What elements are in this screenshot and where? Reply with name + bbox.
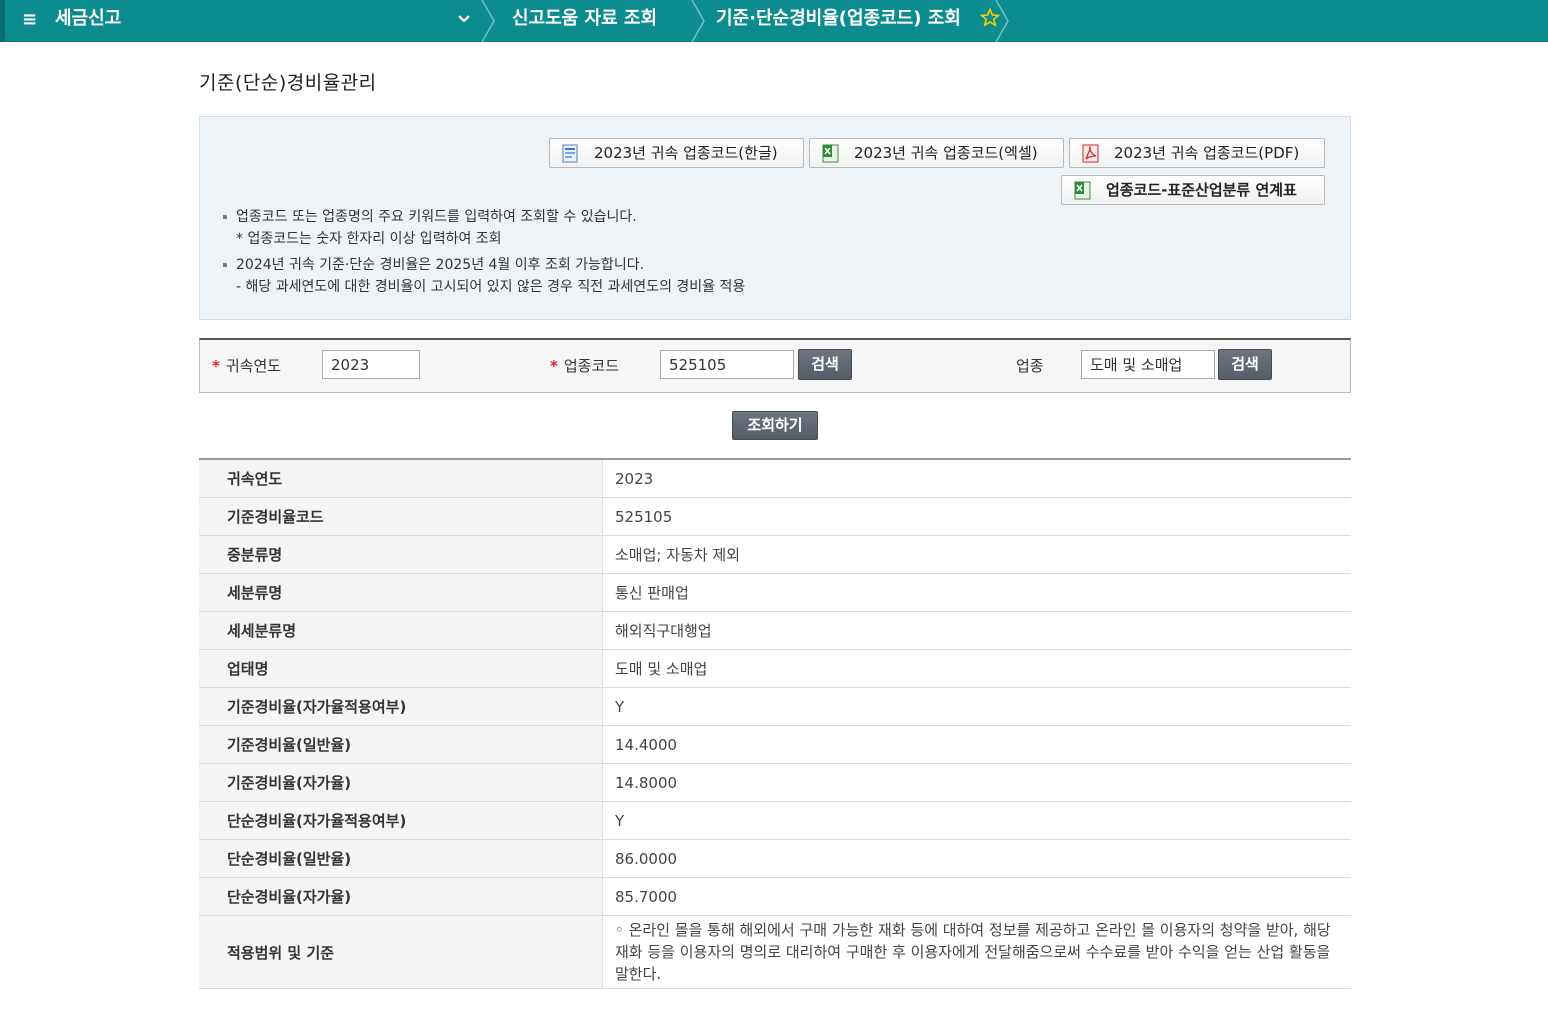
row-value: Y — [615, 811, 625, 830]
breadcrumb-separator-icon — [691, 0, 705, 42]
row-value: 통신 판매업 — [615, 584, 689, 602]
row-label: 세세분류명 — [199, 612, 603, 649]
business-type-label: 업종 — [1016, 357, 1044, 375]
download-excel-button[interactable]: 2023년 귀속 업종코드(엑셀) — [809, 138, 1064, 168]
nav-accent-stripe — [0, 0, 5, 42]
code-search-button[interactable]: 검색 — [798, 349, 852, 380]
notice-subitem: - 해당 과세연도에 대한 경비율이 고시되어 있지 않은 경우 직전 과세연도… — [236, 279, 746, 295]
row-label: 기준경비율(일반율) — [199, 726, 603, 763]
breadcrumb-separator-icon — [481, 0, 495, 42]
table-row: 기준경비율(자가율) 14.8000 — [199, 764, 1351, 802]
table-row: 기준경비율코드 525105 — [199, 498, 1351, 536]
table-row: 단순경비율(일반율) 86.0000 — [199, 840, 1351, 878]
industry-code-input[interactable] — [660, 350, 794, 379]
breadcrumb-separator-icon — [995, 0, 1009, 42]
required-mark: * — [212, 357, 220, 375]
row-value: 도매 및 소매업 — [615, 660, 708, 678]
business-type-input[interactable] — [1081, 350, 1215, 379]
year-label-text: 귀속연도 — [225, 357, 282, 375]
row-label: 단순경비율(자가율적용여부) — [199, 802, 603, 839]
code-label: * 업종코드 — [550, 355, 619, 376]
download-pdf-button[interactable]: 2023년 귀속 업종코드(PDF) — [1069, 138, 1325, 168]
required-mark: * — [550, 357, 558, 375]
table-row: 세세분류명 해외직구대행업 — [199, 612, 1351, 650]
chevron-down-icon[interactable] — [456, 11, 472, 27]
row-value: Y — [615, 697, 625, 716]
year-input[interactable] — [322, 350, 420, 379]
excel-file-icon — [1074, 181, 1091, 200]
query-button[interactable]: 조회하기 — [732, 411, 818, 440]
notice-list: 업종코드 또는 업종명의 주요 키워드를 입력하여 조회할 수 있습니다. * … — [222, 206, 745, 298]
row-value: 2023 — [615, 469, 654, 488]
table-row: 단순경비율(자가율) 85.7000 — [199, 878, 1351, 916]
row-label: 적용범위 및 기준 — [199, 916, 603, 988]
download-pdf-label: 2023년 귀속 업종코드(PDF) — [1114, 144, 1300, 162]
row-value: 14.8000 — [615, 773, 678, 792]
table-row: 세분류명 통신 판매업 — [199, 574, 1351, 612]
row-value: 86.0000 — [615, 849, 678, 868]
hamburger-menu-icon[interactable]: ≡ — [22, 10, 38, 30]
row-value: 525105 — [615, 507, 673, 526]
row-value: ◦ 온라인 몰을 통해 해외에서 구매 가능한 재화 등에 대하여 정보를 제공… — [615, 921, 1331, 983]
table-row: 적용범위 및 기준 ◦ 온라인 몰을 통해 해외에서 구매 가능한 재화 등에 대… — [199, 916, 1351, 989]
page-title: 기준(단순)경비율관리 — [199, 72, 377, 94]
breadcrumb-current: 기준·단순경비율(업종코드) 조회 — [716, 8, 961, 29]
download-excel-label: 2023년 귀속 업종코드(엑셀) — [854, 144, 1038, 162]
row-value: 소매업; 자동차 제외 — [615, 546, 740, 564]
row-value: 해외직구대행업 — [615, 622, 712, 640]
row-value: 85.7000 — [615, 887, 678, 906]
nav-home-menu[interactable]: 세금신고 — [55, 0, 121, 42]
download-hwp-button[interactable]: 2023년 귀속 업종코드(한글) — [549, 138, 804, 168]
hwp-file-icon — [562, 144, 578, 163]
notice-subitem: * 업종코드는 숫자 한자리 이상 입력하여 조회 — [236, 231, 502, 247]
table-row: 기준경비율(자가율적용여부) Y — [199, 688, 1351, 726]
result-table: 귀속연도 2023 기준경비율코드 525105 중분류명 소매업; 자동차 제외세분류명… — [199, 458, 1351, 989]
year-label: * 귀속연도 — [212, 355, 281, 376]
pdf-file-icon — [1082, 144, 1099, 163]
row-label: 기준경비율(자가율적용여부) — [199, 688, 603, 725]
row-label: 단순경비율(자가율) — [199, 878, 603, 915]
download-hwp-label: 2023년 귀속 업종코드(한글) — [594, 144, 778, 162]
row-value: 14.4000 — [615, 735, 678, 754]
excel-file-icon — [822, 144, 839, 163]
row-label: 업태명 — [199, 650, 603, 687]
table-row: 귀속연도 2023 — [199, 460, 1351, 498]
code-label-text: 업종코드 — [563, 357, 620, 375]
table-row: 업태명 도매 및 소매업 — [199, 650, 1351, 688]
breadcrumb-level2[interactable]: 신고도움 자료 조회 — [512, 0, 657, 42]
row-label: 기준경비율(자가율) — [199, 764, 603, 801]
notice-item: 2024년 귀속 기준·단순 경비율은 2025년 4월 이후 조회 가능합니다… — [222, 254, 745, 276]
table-row: 기준경비율(일반율) 14.4000 — [199, 726, 1351, 764]
download-mapping-table-button[interactable]: 업종코드-표준산업분류 연계표 — [1061, 175, 1325, 205]
row-label: 단순경비율(일반율) — [199, 840, 603, 877]
row-label: 세분류명 — [199, 574, 603, 611]
table-row: 단순경비율(자가율적용여부) Y — [199, 802, 1351, 840]
row-label: 중분류명 — [199, 536, 603, 573]
download-mapping-label: 업종코드-표준산업분류 연계표 — [1106, 181, 1297, 199]
table-row: 중분류명 소매업; 자동차 제외 — [199, 536, 1351, 574]
row-label: 기준경비율코드 — [199, 498, 603, 535]
notice-item: 업종코드 또는 업종명의 주요 키워드를 입력하여 조회할 수 있습니다. — [222, 206, 745, 228]
row-label: 귀속연도 — [199, 460, 603, 497]
business-search-button[interactable]: 검색 — [1218, 349, 1272, 380]
